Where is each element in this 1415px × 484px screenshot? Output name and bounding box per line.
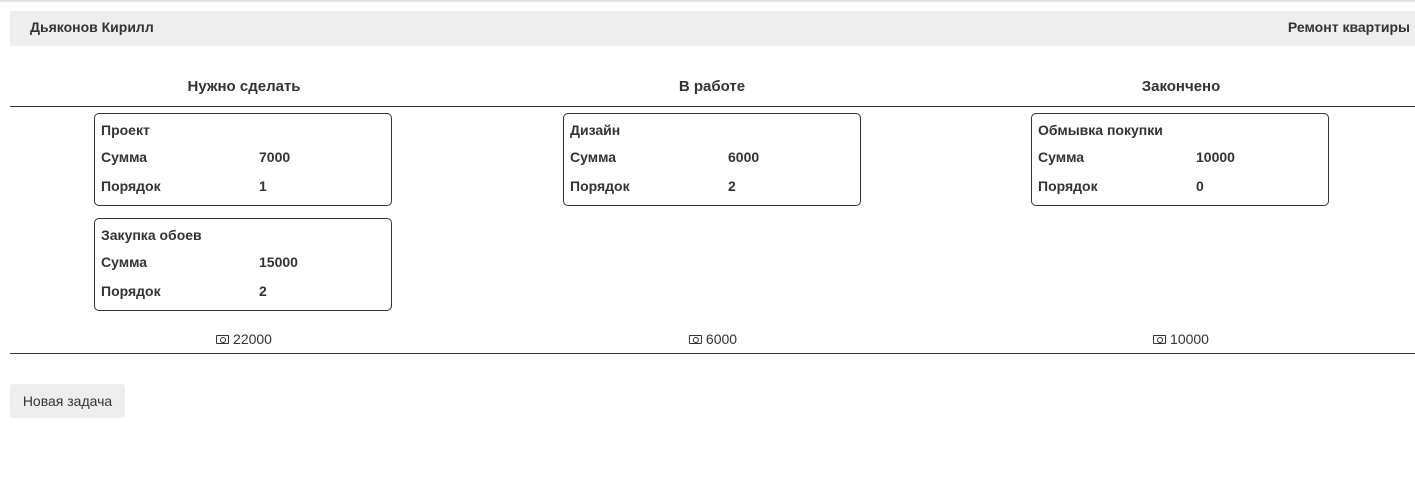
board-bottom-divider — [10, 353, 1415, 354]
task-sum-label: Сумма — [101, 254, 148, 270]
column-total-value: 10000 — [1170, 331, 1209, 347]
money-icon — [688, 334, 702, 344]
task-order-value: 2 — [259, 283, 267, 299]
task-title: Дизайн — [570, 122, 621, 138]
task-order-label: Порядок — [101, 283, 161, 299]
task-order-value: 1 — [259, 178, 267, 194]
task-sum-label: Сумма — [101, 149, 148, 165]
task-order-label: Порядок — [1038, 178, 1098, 194]
task-card[interactable]: Проект Сумма 7000 Порядок 1 — [94, 113, 392, 206]
task-sum-value: 7000 — [259, 149, 291, 165]
column-total-done: 10000 — [1153, 331, 1209, 347]
new-task-button[interactable]: Новая задача — [10, 384, 125, 418]
column-total-in-progress: 6000 — [688, 331, 738, 347]
column-total-todo: 22000 — [216, 331, 272, 347]
column-title-todo: Нужно сделать — [187, 78, 301, 95]
money-icon — [1153, 334, 1167, 344]
top-divider — [0, 0, 1415, 2]
task-title: Проект — [101, 122, 150, 138]
task-sum-label: Сумма — [1038, 149, 1085, 165]
user-name[interactable]: Дьяконов Кирилл — [30, 19, 154, 35]
task-sum-value: 15000 — [259, 254, 298, 270]
task-title: Обмывка покупки — [1038, 122, 1163, 138]
column-title-in-progress: В работе — [678, 78, 746, 95]
task-sum-value: 6000 — [728, 149, 760, 165]
money-icon — [216, 334, 230, 344]
task-order-label: Порядок — [570, 178, 630, 194]
task-order-value: 0 — [1196, 178, 1204, 194]
task-card[interactable]: Закупка обоев Сумма 15000 Порядок 2 — [94, 218, 392, 311]
task-title: Закупка обоев — [101, 227, 202, 243]
task-order-value: 2 — [728, 178, 736, 194]
project-name[interactable]: Ремонт квартиры — [1288, 19, 1410, 35]
column-title-done: Закончено — [1141, 78, 1221, 95]
task-card[interactable]: Обмывка покупки Сумма 10000 Порядок 0 — [1031, 113, 1329, 206]
column-total-value: 6000 — [705, 331, 738, 347]
task-sum-value: 10000 — [1196, 149, 1235, 165]
task-order-label: Порядок — [101, 178, 161, 194]
board-top-divider — [10, 106, 1415, 107]
column-total-value: 22000 — [233, 331, 272, 347]
app-header: Дьяконов Кирилл Ремонт квартиры — [10, 11, 1415, 46]
task-sum-label: Сумма — [570, 149, 617, 165]
task-card[interactable]: Дизайн Сумма 6000 Порядок 2 — [563, 113, 861, 206]
